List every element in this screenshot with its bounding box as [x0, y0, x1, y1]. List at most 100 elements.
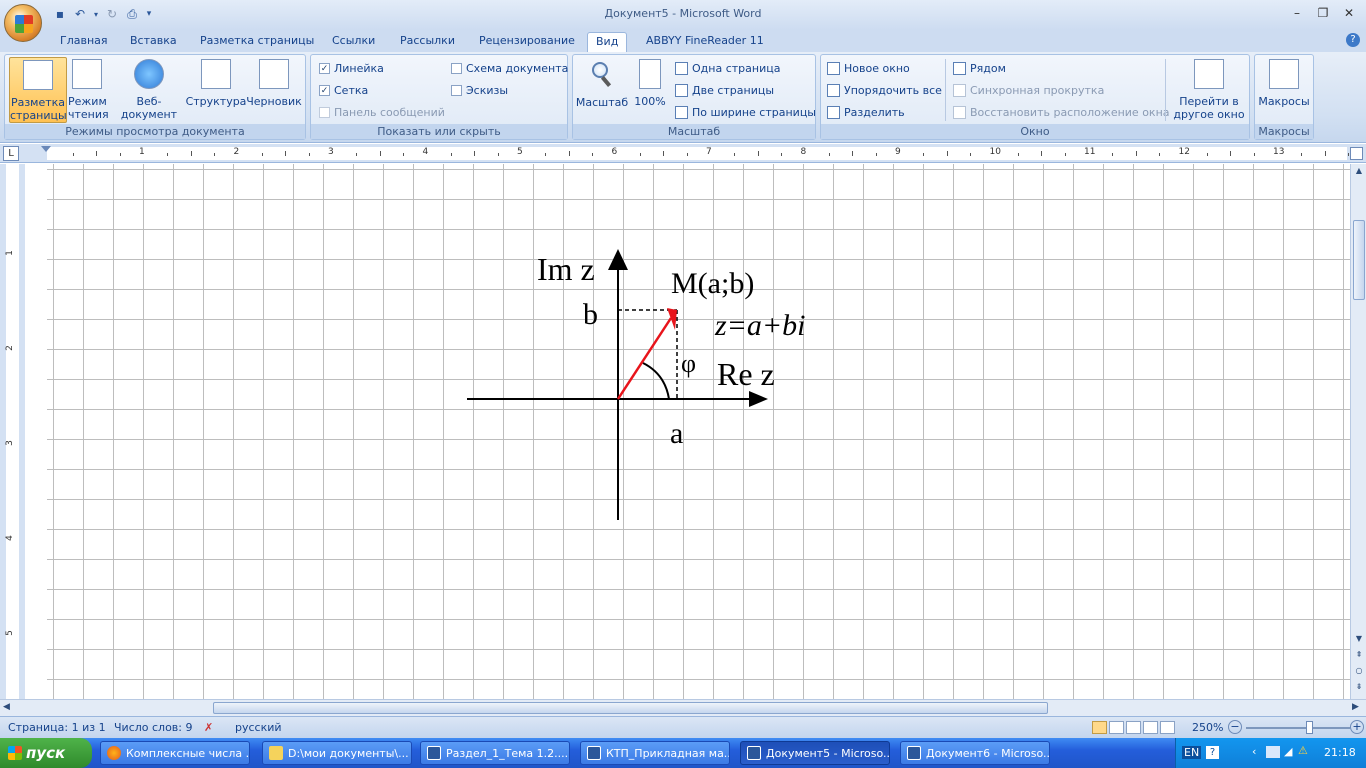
real-axis-arrowhead	[749, 391, 768, 407]
zoom-level[interactable]: 250%	[1192, 721, 1223, 734]
scroll-right-icon[interactable]: ▶	[1352, 702, 1359, 712]
maximize-button[interactable]: ❐	[1312, 4, 1334, 22]
volume-icon[interactable]: ◢	[1284, 745, 1292, 758]
language-indicator[interactable]: EN	[1182, 746, 1202, 759]
ruler-tick	[875, 153, 877, 156]
close-button[interactable]: ✕	[1338, 4, 1360, 22]
warning-icon[interactable]: ⚠	[1298, 744, 1308, 757]
page-count-status[interactable]: Страница: 1 из 1	[8, 721, 106, 734]
web-layout-button[interactable]: Веб-документ	[111, 57, 187, 123]
page-width-button[interactable]: По ширине страницы	[675, 103, 816, 121]
reading-view-icon[interactable]	[1109, 721, 1124, 734]
reset-window-position-button[interactable]: Восстановить расположение окна	[953, 103, 1170, 121]
clock[interactable]: 21:18	[1324, 746, 1356, 759]
view-ruler-icon[interactable]	[1350, 147, 1363, 160]
indent-marker-icon[interactable]	[41, 146, 51, 152]
office-button[interactable]	[4, 4, 42, 42]
ruler-tick	[1253, 153, 1255, 156]
switch-windows-button[interactable]: Перейти в другое окно	[1171, 57, 1247, 123]
taskbar-item-word-doc5[interactable]: Документ5 - Microso...	[740, 741, 890, 765]
tab-page-layout[interactable]: Разметка страницы	[200, 32, 314, 52]
word-count-status[interactable]: Число слов: 9	[114, 721, 193, 734]
ruler-tick	[1324, 151, 1326, 156]
ruler-tick	[1017, 153, 1019, 156]
tab-mailings[interactable]: Рассылки	[400, 32, 455, 52]
tab-view[interactable]: Вид	[587, 32, 628, 52]
zoom-button[interactable]: Масштаб	[575, 57, 629, 123]
grid-checkbox[interactable]: ✓ Сетка	[319, 81, 368, 99]
document-map-checkbox[interactable]: Схема документа	[451, 59, 568, 77]
window-group-separator	[945, 59, 946, 121]
zoom-out-icon[interactable]: −	[1228, 720, 1242, 734]
minimize-button[interactable]: –	[1286, 4, 1308, 22]
draft-view-icon[interactable]	[1160, 721, 1175, 734]
horizontal-scrollbar[interactable]: ◀ ▶	[0, 699, 1366, 716]
tab-abbyy[interactable]: ABBYY FineReader 11	[646, 32, 764, 52]
arrange-all-button[interactable]: Упорядочить все	[827, 81, 942, 99]
zoom-slider[interactable]	[1246, 727, 1350, 729]
one-page-icon	[675, 61, 688, 75]
language-status[interactable]: русский	[235, 721, 282, 734]
start-button[interactable]: пуск	[0, 738, 92, 768]
taskbar-item-label: Документ6 - Microso...	[926, 746, 1050, 760]
side-by-side-button[interactable]: Рядом	[953, 59, 1006, 77]
ruler-tick	[72, 153, 74, 156]
taskbar-item-label: D:\мои документы\...	[288, 746, 409, 760]
scroll-down-icon[interactable]: ▼	[1354, 634, 1364, 644]
tray-chevron-icon[interactable]: ‹	[1252, 745, 1256, 758]
taskbar-item-word-razdel[interactable]: Раздел_1_Тема 1.2....	[420, 741, 570, 765]
ruler-checkbox[interactable]: ✓ Линейка	[319, 59, 384, 77]
side-by-side-label: Рядом	[970, 61, 1006, 75]
previous-page-icon[interactable]: ⇞	[1354, 650, 1364, 660]
zoom-in-icon[interactable]: +	[1350, 720, 1364, 734]
message-bar-checkbox[interactable]: Панель сообщений	[319, 103, 445, 121]
macros-button[interactable]: Макросы	[1257, 57, 1311, 123]
vertical-ruler-strip[interactable]: 1 2 3 4 5	[5, 164, 19, 699]
scroll-up-icon[interactable]: ▲	[1354, 166, 1364, 176]
ruler-tick	[686, 153, 688, 156]
imaginary-axis-arrowhead	[608, 249, 628, 270]
reading-mode-button[interactable]: Режим чтения	[67, 57, 109, 123]
vertical-scrollbar[interactable]: ▲ ▼ ⇞ ○ ⇟	[1350, 164, 1366, 699]
select-browse-object-icon[interactable]: ○	[1354, 666, 1364, 676]
print-layout-view-icon[interactable]	[1092, 721, 1107, 734]
sync-scroll-button[interactable]: Синхронная прокрутка	[953, 81, 1104, 99]
network-icon[interactable]	[1266, 746, 1280, 758]
taskbar-item-folder[interactable]: D:\мои документы\...	[262, 741, 412, 765]
reading-mode-label: Режим чтения	[68, 95, 109, 121]
zoom-slider-thumb[interactable]	[1306, 721, 1313, 734]
vertical-ruler: 1 2 3 4 5	[0, 164, 25, 699]
tab-references[interactable]: Ссылки	[332, 32, 375, 52]
document-page[interactable]: Im z M(a;b) b z=a+bi φ Re z a	[25, 164, 1350, 699]
outline-button[interactable]: Структура	[186, 57, 246, 123]
print-layout-icon	[23, 60, 53, 90]
web-view-icon[interactable]	[1126, 721, 1141, 734]
tab-insert[interactable]: Вставка	[130, 32, 177, 52]
help-tray-icon[interactable]: ?	[1206, 746, 1219, 759]
tab-review[interactable]: Рецензирование	[479, 32, 575, 52]
tab-selector[interactable]: L	[3, 146, 19, 161]
thumbnails-checkbox[interactable]: Эскизы	[451, 81, 508, 99]
taskbar-item-word-doc6[interactable]: Документ6 - Microso...	[900, 741, 1050, 765]
scroll-left-icon[interactable]: ◀	[3, 702, 10, 712]
horizontal-scroll-thumb[interactable]	[213, 702, 1048, 714]
draft-button[interactable]: Черновик	[245, 57, 303, 123]
one-page-button[interactable]: Одна страница	[675, 59, 780, 77]
taskbar-item-word-ktp[interactable]: КТП_Прикладная ма...	[580, 741, 730, 765]
arrange-all-label: Упорядочить все	[844, 83, 942, 97]
next-page-icon[interactable]: ⇟	[1354, 682, 1364, 692]
view-buttons	[1092, 721, 1175, 734]
vertical-scroll-thumb[interactable]	[1353, 220, 1365, 300]
two-pages-button[interactable]: Две страницы	[675, 81, 774, 99]
new-window-button[interactable]: Новое окно	[827, 59, 910, 77]
taskbar-item-firefox[interactable]: Комплексные числа ...	[100, 741, 250, 765]
zoom-100-button[interactable]: 100%	[631, 57, 669, 123]
print-layout-button[interactable]: Разметка страницы	[9, 57, 67, 123]
split-button[interactable]: Разделить	[827, 103, 905, 121]
proofing-icon[interactable]: ✗	[204, 721, 213, 734]
ruler-strip[interactable]: 1 2 3 4 5 6 7 8 9 10 11 12 13	[47, 147, 1350, 160]
outline-view-icon[interactable]	[1143, 721, 1158, 734]
help-icon[interactable]: ?	[1346, 33, 1360, 47]
tab-home[interactable]: Главная	[60, 32, 108, 52]
word-icon	[747, 746, 761, 760]
